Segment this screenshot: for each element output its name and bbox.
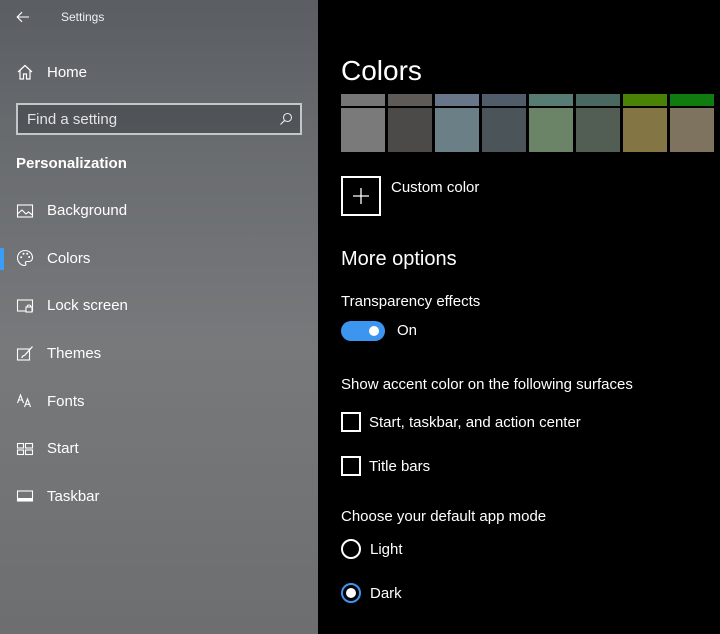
radio-button-selected[interactable] xyxy=(341,583,361,603)
color-swatch[interactable] xyxy=(623,108,667,152)
sidebar-item-label: Taskbar xyxy=(47,487,100,505)
start-grid-icon xyxy=(16,440,34,458)
color-swatch[interactable] xyxy=(435,108,479,152)
color-swatch[interactable] xyxy=(576,108,620,152)
color-swatch[interactable] xyxy=(670,108,714,152)
color-swatch[interactable] xyxy=(341,94,385,106)
palette-icon xyxy=(16,249,34,267)
sidebar-item-lock-screen[interactable]: Lock screen xyxy=(0,282,318,330)
transparency-label: Transparency effects xyxy=(341,293,481,310)
radio-label: Dark xyxy=(370,584,402,602)
swatch-column xyxy=(435,94,479,152)
more-options-heading: More options xyxy=(341,248,457,270)
taskbar-icon xyxy=(16,487,34,505)
swatch-column xyxy=(529,94,573,152)
sidebar-item-themes[interactable]: Themes xyxy=(0,330,318,378)
color-swatch[interactable] xyxy=(529,108,573,152)
selection-indicator xyxy=(0,247,4,270)
swatch-column xyxy=(341,94,385,152)
sidebar-item-label: Fonts xyxy=(47,392,85,410)
home-label: Home xyxy=(47,63,88,81)
title-bar: Settings xyxy=(0,0,318,34)
color-swatch[interactable] xyxy=(435,94,479,106)
checkbox-label: Start, taskbar, and action center xyxy=(369,413,581,431)
search-box xyxy=(16,103,302,135)
swatch-column xyxy=(623,94,667,152)
radio-label: Light xyxy=(370,540,403,558)
toggle-knob xyxy=(369,326,379,336)
checkbox-box[interactable] xyxy=(341,412,361,432)
app-mode-label: Choose your default app mode xyxy=(341,508,547,525)
picture-icon xyxy=(16,202,34,220)
font-icon xyxy=(16,392,34,410)
color-swatch[interactable] xyxy=(388,108,432,152)
swatch-column xyxy=(576,94,620,152)
sidebar-item-label: Lock screen xyxy=(47,297,128,315)
sidebar-item-taskbar[interactable]: Taskbar xyxy=(0,473,318,521)
sidebar-item-label: Start xyxy=(47,440,79,458)
back-arrow-icon xyxy=(16,11,29,23)
swatch-column xyxy=(388,94,432,152)
section-title: Personalization xyxy=(16,155,127,172)
checkbox-title-bars[interactable]: Title bars xyxy=(341,456,430,476)
sidebar-item-background[interactable]: Background xyxy=(0,187,318,235)
checkbox-box[interactable] xyxy=(341,456,361,476)
sidebar-item-colors[interactable]: Colors xyxy=(0,235,318,283)
brush-icon xyxy=(16,345,34,363)
radio-light[interactable]: Light xyxy=(341,539,403,559)
search-input[interactable] xyxy=(18,105,272,133)
color-swatch[interactable] xyxy=(341,108,385,152)
lock-screen-icon xyxy=(16,297,34,315)
toggle-state-label: On xyxy=(397,322,418,339)
radio-dot xyxy=(346,588,356,598)
checkbox-label: Title bars xyxy=(369,457,431,475)
sidebar-item-start[interactable]: Start xyxy=(0,425,318,473)
color-swatch[interactable] xyxy=(482,108,526,152)
page-title: Colors xyxy=(341,55,422,86)
sidebar-item-label: Themes xyxy=(47,345,102,363)
nav-list: Background Colors Lock screen Themes Fon… xyxy=(0,187,318,520)
transparency-toggle[interactable] xyxy=(341,321,385,341)
radio-dark[interactable]: Dark xyxy=(341,583,402,603)
search-icon xyxy=(280,112,293,125)
window-title: Settings xyxy=(61,10,105,24)
home-icon xyxy=(16,63,34,81)
sidebar-item-label: Colors xyxy=(47,249,91,267)
color-swatch[interactable] xyxy=(529,94,573,106)
swatch-column xyxy=(482,94,526,152)
sidebar-item-fonts[interactable]: Fonts xyxy=(0,377,318,425)
checkbox-start-taskbar[interactable]: Start, taskbar, and action center xyxy=(341,412,581,432)
swatch-column xyxy=(670,94,714,152)
accent-surfaces-label: Show accent color on the following surfa… xyxy=(341,376,633,393)
color-swatch[interactable] xyxy=(623,94,667,106)
radio-button[interactable] xyxy=(341,539,361,559)
color-swatch[interactable] xyxy=(670,94,714,106)
sidebar: Settings Home Personalization xyxy=(0,0,318,634)
sidebar-item-label: Background xyxy=(47,202,128,220)
accent-color-swatches xyxy=(341,94,714,152)
custom-color-label: Custom color xyxy=(391,179,480,196)
plus-icon xyxy=(341,176,381,216)
search-button[interactable] xyxy=(272,105,300,133)
custom-color-button[interactable]: Custom color xyxy=(341,176,479,216)
color-swatch[interactable] xyxy=(482,94,526,106)
color-swatch[interactable] xyxy=(576,94,620,106)
home-nav-item[interactable]: Home xyxy=(0,52,318,92)
main-content: Colors Custom color More options Transpa… xyxy=(318,0,720,634)
back-button[interactable] xyxy=(0,0,46,34)
color-swatch[interactable] xyxy=(388,94,432,106)
